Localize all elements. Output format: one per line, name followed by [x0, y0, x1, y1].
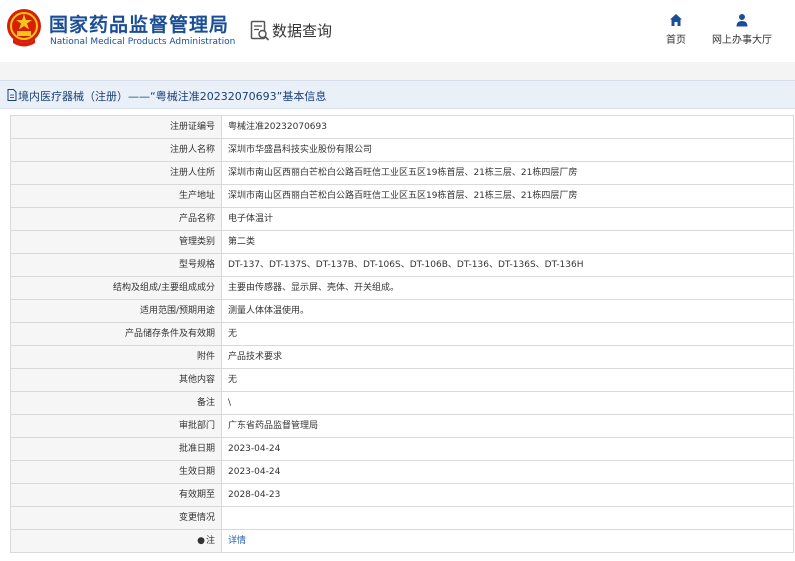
field-label: 批准日期	[10, 437, 222, 461]
data-query-title: 数据查询	[272, 22, 333, 40]
table-row: 型号规格 DT-137、DT-137S、DT-137B、DT-106S、DT-10…	[10, 253, 794, 277]
field-label: 产品储存条件及有效期	[10, 322, 222, 346]
pin-icon: ●	[197, 536, 205, 546]
table-row: 适用范围/预期用途 测量人体体温使用。	[10, 299, 794, 323]
national-emblem-icon	[7, 9, 41, 47]
table-row: 产品名称 电子体温计	[10, 207, 794, 231]
field-label: 产品名称	[10, 207, 222, 231]
field-label-text: 适用范围/预期用途	[139, 306, 215, 316]
field-value: 深圳市华盛昌科技实业股份有限公司	[221, 138, 794, 162]
field-value	[221, 506, 794, 530]
field-label: 注册人名称	[10, 138, 222, 162]
field-value: DT-137、DT-137S、DT-137B、DT-106S、DT-106B、D…	[221, 253, 794, 277]
nav-home-label: 首页	[666, 35, 686, 46]
field-label: 有效期至	[10, 483, 222, 507]
table-row: 产品储存条件及有效期无	[10, 322, 794, 346]
nav-online-hall-link[interactable]: 网上办事大厅	[710, 13, 774, 46]
field-label: 生产地址	[10, 184, 222, 208]
table-row: 生效日期 2023-04-24	[10, 460, 794, 484]
table-row: 注册人住所 深圳市南山区西丽白芒松白公路百旺信工业区五区19栋首层、21栋三层、2…	[10, 161, 794, 185]
field-label-text: 附件	[196, 352, 215, 362]
field-label-text: 结构及组成/主要组成成分	[112, 283, 215, 293]
table-row: 附件 产品技术要求	[10, 345, 794, 369]
field-value: 测量人体体温使用。	[221, 299, 794, 323]
field-value: 粤械注准20232070693	[221, 115, 794, 139]
field-value: 2023-04-24	[221, 460, 794, 484]
field-value: 深圳市南山区西丽白芒松白公路百旺信工业区五区19栋首层、21栋三层、21栋四层厂…	[221, 184, 794, 208]
user-icon	[736, 14, 748, 27]
field-label-text: 有效期至	[178, 490, 215, 500]
details-link[interactable]: 详情	[221, 529, 794, 553]
table-row: 注册证编号 粤械注准20232070693	[10, 115, 794, 139]
org-name-en: National Medical Products Administration	[50, 37, 236, 47]
nav-online-hall-label: 网上办事大厅	[712, 35, 772, 46]
field-label: 管理类别	[10, 230, 222, 254]
field-label: 附件	[10, 345, 222, 369]
field-label: 适用范围/预期用途	[10, 299, 222, 323]
field-value: \	[221, 391, 794, 415]
field-label: 注册证编号	[10, 115, 222, 139]
field-label: 变更情况	[10, 506, 222, 530]
table-row: 批准日期 2023-04-24	[10, 437, 794, 461]
data-query-icon	[250, 20, 270, 41]
field-label-text: 产品名称	[178, 214, 215, 224]
table-row: 有效期至 2028-04-23	[10, 483, 794, 507]
field-label-text: 生效日期	[178, 467, 215, 477]
field-label: 结构及组成/主要组成成分	[10, 276, 222, 300]
field-label-text: 注册证编号	[169, 122, 215, 132]
field-label-text: 产品储存条件及有效期	[124, 329, 215, 339]
field-label-text: 注	[205, 536, 215, 546]
table-row: 结构及组成/主要组成成分 主要由传感器、显示屏、壳体、开关组成。	[10, 276, 794, 300]
table-row: 注册人名称 深圳市华盛昌科技实业股份有限公司	[10, 138, 794, 162]
details-table: 注册证编号 粤械注准20232070693 注册人名称 深圳市华盛昌科技实业股份有限公…	[10, 115, 794, 553]
table-row: 审批部门 广东省药品监督管理局	[10, 414, 794, 438]
field-label-text: 备注	[196, 398, 215, 408]
field-value: 主要由传感器、显示屏、壳体、开关组成。	[221, 276, 794, 300]
field-value: 产品技术要求	[221, 345, 794, 369]
field-value: 无	[221, 368, 794, 392]
field-label: 生效日期	[10, 460, 222, 484]
field-value: 深圳市南山区西丽白芒松白公路百旺信工业区五区19栋首层、21栋三层、21栋四层厂…	[221, 161, 794, 185]
header-divider-band	[0, 62, 795, 80]
table-row: 管理类别 第二类	[10, 230, 794, 254]
field-label-text: 其他内容	[178, 375, 215, 385]
table-row: 生产地址 深圳市南山区西丽白芒松白公路百旺信工业区五区19栋首层、21栋三层、21…	[10, 184, 794, 208]
table-row: ●注 详情	[10, 529, 794, 553]
site-header: 国家药品监督管理局 National Medical Products Admi…	[0, 0, 795, 62]
field-label-text: 批准日期	[178, 444, 215, 454]
table-row: 备注 \	[10, 391, 794, 415]
table-row: 变更情况	[10, 506, 794, 530]
field-value: 广东省药品监督管理局	[221, 414, 794, 438]
field-label: 注册人住所	[10, 161, 222, 185]
field-value: 无	[221, 322, 794, 346]
field-value: 电子体温计	[221, 207, 794, 231]
table-row: 其他内容无	[10, 368, 794, 392]
field-label: 型号规格	[10, 253, 222, 277]
field-label-text: 注册人住所	[169, 168, 215, 178]
field-label-text: 注册人名称	[169, 145, 215, 155]
field-label: 备注	[10, 391, 222, 415]
field-label-text: 生产地址	[178, 191, 215, 201]
field-label: 其他内容	[10, 368, 222, 392]
field-value: 2028-04-23	[221, 483, 794, 507]
field-label: 审批部门	[10, 414, 222, 438]
field-label-text: 审批部门	[178, 421, 215, 431]
field-label-text: 型号规格	[178, 260, 215, 270]
field-value: 第二类	[221, 230, 794, 254]
field-value: 2023-04-24	[221, 437, 794, 461]
field-label-text: 变更情况	[178, 513, 215, 523]
details-table-wrap: 注册证编号 粤械注准20232070693 注册人名称 深圳市华盛昌科技实业股份有限公…	[10, 115, 794, 553]
document-icon	[7, 89, 17, 101]
home-icon	[670, 14, 682, 26]
record-title-text: 境内医疗器械（注册）——“粤械注准20232070693”基本信息	[18, 90, 327, 103]
record-title-bar: 境内医疗器械（注册）——“粤械注准20232070693”基本信息	[0, 80, 795, 109]
org-name-cn: 国家药品监督管理局	[49, 14, 230, 36]
nav-home-link[interactable]: 首页	[661, 13, 691, 46]
field-label-text: 管理类别	[178, 237, 215, 247]
field-label: ●注	[10, 529, 222, 553]
